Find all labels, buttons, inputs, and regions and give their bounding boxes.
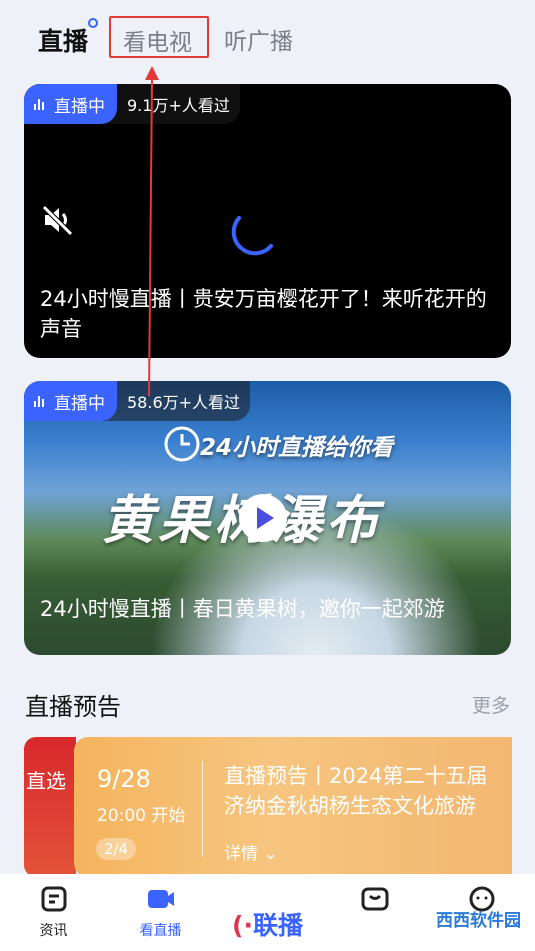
news-icon [41, 886, 66, 912]
mute-icon[interactable] [40, 202, 76, 238]
tab-live-label: 直播 [38, 27, 89, 56]
live-status-pill: 直播中 [24, 381, 117, 421]
preview-prev-label: 直选 [26, 769, 66, 793]
nav-brand[interactable]: (·联播 [214, 874, 321, 951]
nav-live[interactable]: 看直播 [107, 874, 214, 951]
preview-detail-link[interactable]: 详情 ⌄ [224, 839, 278, 864]
card-title-sakura: 24小时慢直播丨贵安万亩樱花开了！来听花开的声音 [40, 287, 487, 341]
nav-news[interactable]: 资讯 [0, 874, 107, 951]
preview-detail-label: 详情 [224, 844, 258, 864]
live-bars-icon [34, 395, 44, 407]
more-link[interactable]: 更多 [472, 691, 510, 718]
preview-page-indicator: 2/4 [96, 838, 137, 860]
video-camera-icon [147, 890, 174, 908]
nav-news-label: 资讯 [39, 923, 68, 939]
tab-live[interactable]: 直播 [38, 18, 99, 58]
annotation-arrow-icon [145, 66, 159, 396]
brand-label: 联播 [252, 911, 303, 940]
card-title-waterfall: 24小时慢直播丨春日黄果树，邀你一起郊游 [40, 597, 445, 621]
preview-title: 直播预告丨2024第二十五届 济纳金秋胡杨生态文化旅游 [224, 761, 512, 821]
live-bars-icon [34, 98, 44, 110]
viewer-count: 58.6万+人看过 [127, 393, 241, 412]
tv-icon [361, 887, 388, 911]
top-tabs: 直播 [38, 18, 118, 62]
tab-tv-label: 看电视 [123, 30, 192, 56]
loading-spinner-icon [231, 216, 273, 256]
live-status-label: 直播中 [54, 393, 105, 414]
nav-live-label: 看直播 [139, 923, 182, 939]
tab-radio[interactable]: 听广播 [224, 22, 293, 56]
preview-date: 9/28 [97, 765, 151, 793]
play-icon[interactable] [238, 493, 288, 543]
poster-subtitle: 24小时直播给你看 [200, 435, 394, 461]
live-badge: 直播中 9.1万+人看过 [24, 84, 240, 124]
section-title: 直播预告 [25, 693, 121, 721]
arrow-icon: ⌄ [263, 844, 278, 864]
preview-divider [202, 761, 203, 857]
live-status-label: 直播中 [54, 96, 105, 117]
brand-logo: (·联播 [232, 884, 303, 942]
preview-card-prev[interactable]: 直选 [24, 737, 76, 877]
clock-icon [164, 426, 200, 462]
preview-title-line2: 济纳金秋胡杨生态文化旅游 [224, 794, 476, 818]
notification-dot-icon [88, 18, 99, 28]
watermark: 西西软件园 [436, 911, 521, 931]
viewer-count: 9.1万+人看过 [127, 96, 230, 115]
live-status-pill: 直播中 [24, 84, 117, 124]
tab-tv[interactable]: 看电视 [109, 16, 209, 58]
brand-mark: (· [232, 911, 253, 940]
nav-tv[interactable] [321, 874, 428, 951]
preview-title-line1: 直播预告丨2024第二十五届 [224, 764, 488, 788]
live-badge: 直播中 58.6万+人看过 [24, 381, 251, 421]
preview-card[interactable]: 9/28 20:00 开始 2/4 直播预告丨2024第二十五届 济纳金秋胡杨生… [74, 737, 512, 877]
preview-time: 20:00 开始 [97, 806, 186, 826]
